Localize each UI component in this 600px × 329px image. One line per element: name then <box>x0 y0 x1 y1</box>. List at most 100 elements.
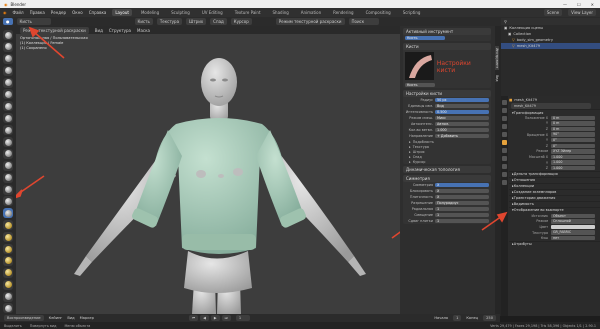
tool-fill[interactable] <box>3 160 13 171</box>
subsection-toggle[interactable]: ▸ Курсор <box>403 159 491 164</box>
attributes-section[interactable]: ▸ Атрибуты <box>509 240 600 247</box>
view-layer-selector[interactable]: View Layer <box>568 9 596 16</box>
rotation-z-field[interactable]: 0° <box>551 143 595 148</box>
physics-tab-icon[interactable] <box>502 156 507 161</box>
tab-animation[interactable]: Animation <box>298 9 324 16</box>
maximize-button[interactable]: ☐ <box>577 2 581 7</box>
menu-file[interactable]: Файл <box>13 10 24 15</box>
header-item-stroke[interactable]: Штрих <box>186 18 207 25</box>
section-header[interactable]: Кисти <box>403 43 491 50</box>
tool-inflate[interactable] <box>3 101 13 112</box>
tool-grab-active[interactable] <box>3 208 13 219</box>
rotation-mode-dropdown[interactable]: XYZ Эйлер <box>551 149 595 154</box>
tool-pose[interactable] <box>3 255 13 266</box>
section-header[interactable]: Симметрия <box>403 175 491 182</box>
search-field[interactable]: Поиск <box>348 18 379 25</box>
tab-layout[interactable]: Layout <box>112 9 132 16</box>
mirror-x-toggle[interactable]: X <box>435 182 489 188</box>
minimize-button[interactable]: — <box>563 2 567 7</box>
tool-draw-sharp[interactable] <box>3 41 13 52</box>
start-frame-field[interactable]: 1 <box>453 315 462 321</box>
output-tab-icon[interactable] <box>502 116 507 121</box>
tool-multiplane-scrape[interactable] <box>3 184 13 195</box>
tool-clay-thumb[interactable] <box>3 77 13 88</box>
header-item-cursor[interactable]: Курсор <box>230 18 252 25</box>
tool-clay-strips[interactable] <box>3 65 13 76</box>
tab-scripting[interactable]: Scripting <box>400 9 424 16</box>
feather-field[interactable]: Полурадиус <box>435 200 489 206</box>
blend-mode-field[interactable]: Микс <box>435 115 489 121</box>
tool-slide-relax[interactable] <box>3 291 13 302</box>
tool-clay[interactable] <box>3 53 13 64</box>
close-button[interactable]: ✕ <box>591 2 594 7</box>
menu-edit[interactable]: Правка <box>30 10 45 15</box>
display-color-field[interactable] <box>551 224 595 230</box>
play-icon[interactable]: ▶ <box>210 315 220 321</box>
lock-x-toggle[interactable]: X <box>435 188 489 194</box>
tool-snake-hook[interactable] <box>3 232 13 243</box>
tool-nudge[interactable] <box>3 267 13 278</box>
sidebar-tab-view[interactable]: Вид <box>495 73 499 83</box>
play-reverse-icon[interactable]: ◀ <box>200 315 209 321</box>
tiling-x-toggle[interactable]: X <box>435 194 489 200</box>
menu-window[interactable]: Окно <box>72 10 83 15</box>
3d-viewport[interactable]: Режим текстурной раскраски Вид Структура… <box>16 26 400 314</box>
location-y-field[interactable]: 0 m <box>551 121 595 126</box>
scale-x-field[interactable]: 1.000 <box>551 154 595 160</box>
view-menu[interactable]: Вид <box>67 316 74 320</box>
menu-help[interactable]: Справка <box>89 10 107 15</box>
tool-blob[interactable] <box>3 113 13 124</box>
tab-shading[interactable]: Shading <box>270 9 292 16</box>
constraint-tab-icon[interactable] <box>502 164 507 169</box>
tool-smooth[interactable] <box>3 137 13 148</box>
mode-dropdown[interactable]: Режим текстурной раскраски <box>275 18 345 25</box>
header-item-brush[interactable]: Кисть <box>134 18 153 25</box>
section-header[interactable]: Активный инструмент <box>403 28 491 35</box>
cache-field[interactable]: нет <box>551 235 595 241</box>
tool-thumb[interactable] <box>3 244 13 255</box>
material-tab-icon[interactable] <box>502 180 507 185</box>
section-header[interactable]: Динамическая топология <box>403 166 491 173</box>
scene-selector[interactable]: Scene <box>543 9 563 16</box>
location-x-field[interactable]: 0 m <box>551 115 595 120</box>
tool-layer[interactable] <box>3 89 13 100</box>
scale-z-field[interactable]: 1.000 <box>551 165 595 171</box>
tool-pinch[interactable] <box>3 196 13 207</box>
strength-field[interactable]: 0.500 <box>435 109 489 115</box>
normal-radius-field[interactable]: 1.000 <box>435 127 489 133</box>
data-tab-icon[interactable] <box>502 172 507 177</box>
marker-menu[interactable]: Маркер <box>80 316 94 320</box>
tab-texture-paint[interactable]: Texture Paint <box>232 9 264 16</box>
tool-scrape[interactable] <box>3 172 13 183</box>
header-item-falloff[interactable]: Спад <box>210 18 227 25</box>
header-item-texture[interactable]: Текстура <box>156 18 183 25</box>
object-name-field[interactable]: mesh_Kit479 <box>511 103 591 109</box>
current-frame-field[interactable]: 1 <box>235 315 250 321</box>
brush-datablock-field[interactable]: Кисть <box>405 82 435 88</box>
texture-field[interactable]: GR_FABRIC <box>551 230 595 235</box>
tab-compositing[interactable]: Compositing <box>363 9 394 16</box>
scale-y-field[interactable]: 1.000 <box>551 160 595 165</box>
rotation-x-field[interactable]: 90° <box>551 132 595 137</box>
display-mode-field[interactable]: Сплошной <box>551 219 595 224</box>
outliner-row-selected[interactable]: ▽ mesh_Kit479 <box>501 43 600 49</box>
jump-end-icon[interactable]: ⏭ <box>221 315 231 321</box>
render-tab-icon[interactable] <box>502 108 507 113</box>
filter-icon[interactable]: ⚲ <box>504 19 507 24</box>
display-source-field[interactable]: Объект <box>551 213 595 218</box>
mode-icon[interactable]: ● <box>3 18 13 25</box>
tool-crease[interactable] <box>3 125 13 136</box>
modifier-tab-icon[interactable] <box>502 148 507 153</box>
brush-preview[interactable] <box>405 52 434 80</box>
radial-field[interactable]: 1 <box>435 206 489 212</box>
world-tab-icon[interactable] <box>502 132 507 137</box>
brush-name-field[interactable]: Кисть <box>16 18 51 25</box>
tile-offset-field[interactable]: 1 <box>435 218 489 224</box>
section-header[interactable]: Настройки кисти <box>403 90 491 97</box>
active-tool-field[interactable]: Кисть <box>405 35 445 41</box>
direction-field[interactable]: + Добавить <box>435 133 489 139</box>
tool-flatten[interactable] <box>3 148 13 159</box>
playback-menu[interactable]: Воспроизведение <box>4 315 44 321</box>
offset-field[interactable]: 1 <box>435 212 489 218</box>
tool-rotate[interactable] <box>3 279 13 290</box>
